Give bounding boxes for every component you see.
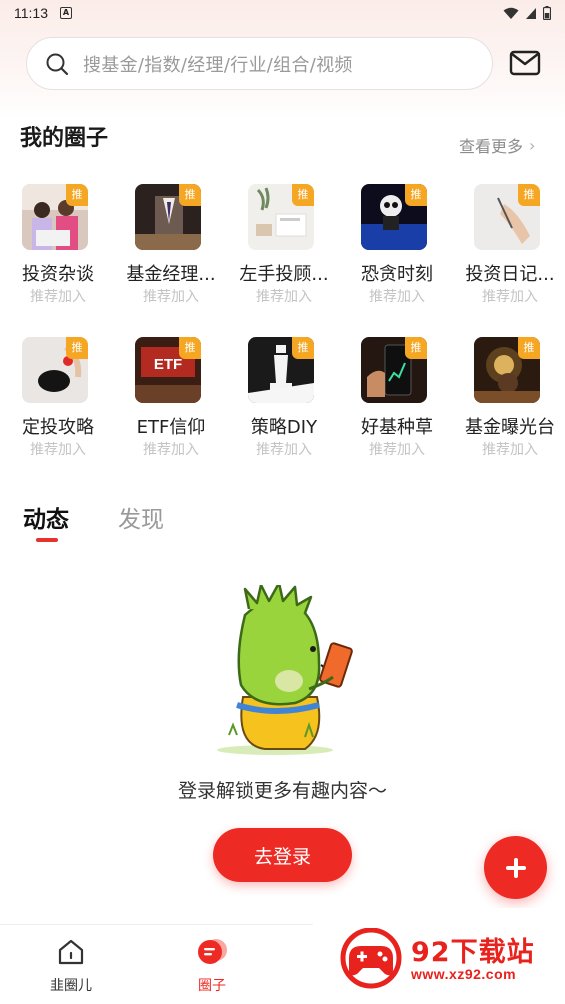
status-bar: 11:13 A [0,0,565,26]
circle-thumbnail: 推 [248,337,314,403]
recommend-badge: 推 [66,337,88,359]
recommend-badge: 推 [179,337,201,359]
circle-name: 好基种草 [361,417,433,438]
circle-name: ETF信仰 [136,417,206,438]
tab-discover[interactable]: 发现 [118,500,164,534]
recommend-badge: 推 [405,337,427,359]
circle-join-hint: 推荐加入 [369,289,425,305]
circle-chat-icon [198,939,227,964]
create-post-button[interactable] [484,836,547,899]
battery-icon [543,6,551,20]
circle-name: 策略DIY [250,417,318,438]
circle-item-strategy-diy[interactable]: 推 策略DIY 推荐加入 [229,337,339,467]
nav-label-circles: 圈子 [198,978,226,994]
chevron-right-icon: › [529,135,536,155]
circle-item-left-hand-advisor[interactable]: 推 左手投顾... 推荐加入 [229,184,339,314]
circle-join-hint: 推荐加入 [482,442,538,458]
nav-item-circles[interactable]: 圈子 [172,937,252,995]
circle-thumbnail: 推 [22,337,88,403]
search-icon [46,53,69,75]
status-time: 11:13 [14,5,48,21]
recommend-badge: 推 [292,184,314,206]
mascot-illustration [217,585,353,755]
view-more-label: 查看更多 [459,137,524,156]
recommend-badge: 推 [518,184,540,206]
recommend-badge: 推 [66,184,88,206]
circle-thumbnail: ETF 推 [135,337,201,403]
my-circles-title: 我的圈子 [20,126,109,151]
search-input[interactable]: 搜基金/指数/经理/行业/组合/视频 [26,37,493,90]
circle-name: 恐贪时刻 [361,264,433,285]
circle-join-hint: 推荐加入 [482,289,538,305]
circle-thumbnail: 推 [22,184,88,250]
circle-item-fund-manager[interactable]: 推 基金经理... 推荐加入 [116,184,226,314]
app-notification-icon: A [60,7,72,19]
circle-item-fear-greed[interactable]: 推 恐贪时刻 推荐加入 [342,184,452,314]
recommend-badge: 推 [292,337,314,359]
recommend-badge: 推 [405,184,427,206]
empty-state-message: 登录解锁更多有趣内容～ [177,780,387,802]
circle-item-fund-exposure[interactable]: 推 基金曝光台 推荐加入 [455,337,565,467]
circle-thumbnail: 推 [474,184,540,250]
circle-item-good-fund-picks[interactable]: 推 好基种草 推荐加入 [342,337,452,467]
circle-join-hint: 推荐加入 [143,442,199,458]
active-tab-indicator [36,538,58,542]
circle-join-hint: 推荐加入 [30,289,86,305]
watermark-url: www.xz92.com [411,966,517,982]
circle-thumbnail: 推 [135,184,201,250]
login-button[interactable]: 去登录 [213,828,352,882]
watermark: 92下载站 www.xz92.com [313,908,565,1004]
circle-name: 基金曝光台 [465,417,555,438]
circle-item-investment-diary[interactable]: 推 投资日记... 推荐加入 [455,184,565,314]
circle-thumbnail: 推 [474,337,540,403]
circle-name: 左手投顾... [239,264,329,285]
circle-name: 定投攻略 [22,417,94,438]
mail-icon [509,50,541,76]
recommend-badge: 推 [518,337,540,359]
circle-join-hint: 推荐加入 [256,289,312,305]
circle-name: 投资日记... [465,264,555,285]
signal-icon [526,7,536,19]
plus-icon [505,857,526,878]
home-icon [58,939,84,965]
circle-item-etf-faith[interactable]: ETF 推 ETF信仰 推荐加入 [116,337,226,467]
circle-name: 基金经理... [126,264,216,285]
etf-thumb-text: ETF [154,356,182,373]
message-button[interactable] [509,48,541,78]
circle-thumbnail: 推 [248,184,314,250]
nav-label-home: 韭圈儿 [50,978,92,994]
view-more-link[interactable]: 查看更多 › [459,133,535,157]
circle-name: 投资杂谈 [22,264,94,285]
circle-item-dca-strategy[interactable]: 推 定投攻略 推荐加入 [3,337,113,467]
recommend-badge: 推 [179,184,201,206]
gamepad-logo-icon [340,928,402,989]
search-placeholder: 搜基金/指数/经理/行业/组合/视频 [83,54,353,76]
circle-join-hint: 推荐加入 [369,442,425,458]
nav-item-home[interactable]: 韭圈儿 [31,937,111,995]
wifi-icon [503,7,519,19]
circle-thumbnail: 推 [361,184,427,250]
circle-join-hint: 推荐加入 [143,289,199,305]
circle-join-hint: 推荐加入 [30,442,86,458]
watermark-title: 92下载站 [411,937,535,968]
tab-dynamics[interactable]: 动态 [23,500,69,534]
circle-join-hint: 推荐加入 [256,442,312,458]
circle-item-investment-chat[interactable]: 推 投资杂谈 推荐加入 [3,184,113,314]
circle-thumbnail: 推 [361,337,427,403]
